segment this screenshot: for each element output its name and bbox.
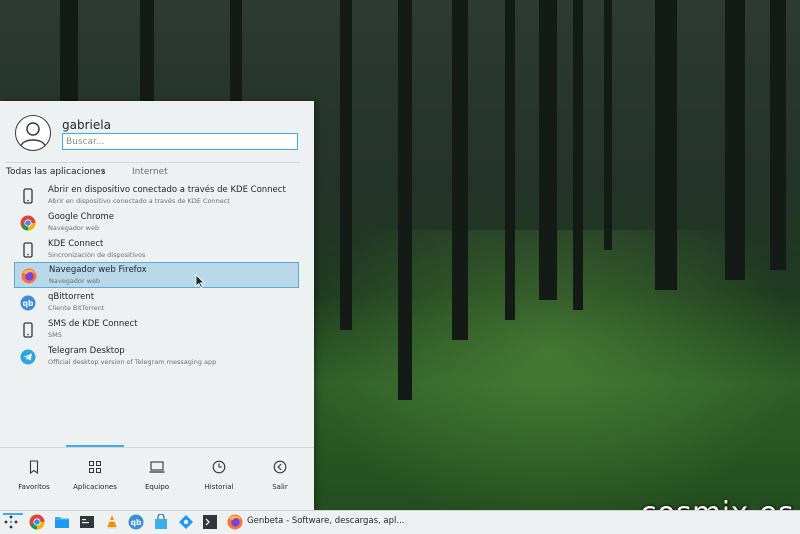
tree-trunk	[60, 0, 78, 101]
app-description: Navegador web	[48, 224, 100, 232]
tree-trunk	[770, 0, 786, 270]
app-description: Cliente BitTorrent	[48, 304, 105, 312]
taskbar-task-firefox[interactable]: Genbeta - Software, descargas, apl...	[223, 511, 405, 534]
divider	[5, 162, 300, 163]
app-name: SMS de KDE Connect	[48, 319, 138, 329]
svg-text:qb: qb	[23, 299, 34, 308]
qbittorrent-icon: qb	[20, 295, 36, 311]
application-launcher: gabriela Todas las aplicaciones › Intern…	[0, 101, 314, 510]
tree-trunk	[452, 0, 468, 340]
tree-trunk	[604, 0, 612, 250]
chevron-right-icon: ›	[101, 164, 106, 177]
username: gabriela	[62, 118, 111, 132]
list-item[interactable]: SMS de KDE Connect SMS	[14, 317, 299, 343]
tab-equipo[interactable]: Equipo	[126, 460, 188, 504]
taskbar: qb Genbeta - Software, descargas, apl...	[0, 510, 800, 534]
tab-label: Historial	[204, 483, 234, 491]
tab-label: Favoritos	[18, 483, 50, 491]
app-name: qBittorrent	[48, 292, 95, 302]
breadcrumb-all-apps[interactable]: Todas las aplicaciones	[6, 167, 105, 177]
app-description: Sincronización de dispositivos	[48, 251, 146, 259]
phone-icon	[23, 242, 33, 258]
task-title: Genbeta - Software, descargas, apl...	[247, 516, 405, 526]
kickoff-icon	[4, 515, 18, 529]
terminal-icon[interactable]	[202, 514, 218, 530]
launcher-tabs: Favoritos Aplicaciones Equipo Historial …	[0, 445, 314, 511]
list-item[interactable]: Abrir en dispositivo conectado a través …	[14, 183, 299, 209]
folder-icon[interactable]	[54, 514, 70, 530]
chrome-icon	[20, 215, 36, 231]
list-item[interactable]: qb qBittorrent Cliente BitTorrent	[14, 290, 299, 316]
firefox-icon	[21, 268, 37, 284]
list-item[interactable]: KDE Connect Sincronización de dispositiv…	[14, 237, 299, 263]
app-name: Navegador web Firefox	[49, 265, 147, 275]
tree-trunk	[539, 0, 557, 300]
app-name: KDE Connect	[48, 239, 104, 249]
tab-favoritos[interactable]: Favoritos	[3, 460, 65, 504]
phone-icon	[23, 188, 33, 204]
active-indicator	[3, 513, 23, 515]
tab-historial[interactable]: Historial	[188, 460, 250, 504]
user-icon	[20, 122, 46, 147]
kdeconnect-icon[interactable]	[178, 514, 194, 530]
bag-icon[interactable]	[153, 514, 169, 530]
list-item[interactable]: Google Chrome Navegador web	[14, 210, 299, 236]
app-name: Telegram Desktop	[48, 346, 125, 356]
tree-trunk	[655, 0, 677, 290]
mouse-cursor-icon	[195, 274, 205, 288]
grid-icon	[89, 461, 101, 473]
app-description: Abrir en dispositivo conectado a través …	[48, 197, 230, 205]
svg-text:qb: qb	[131, 518, 142, 527]
launcher-header: gabriela	[0, 101, 314, 163]
telegram-icon	[20, 349, 36, 365]
active-tab-indicator	[66, 445, 124, 447]
tree-trunk	[398, 0, 412, 400]
tab-label: Equipo	[145, 483, 169, 491]
laptop-icon	[149, 461, 165, 473]
breadcrumb-internet[interactable]: Internet	[132, 167, 168, 177]
clock-icon	[212, 460, 226, 474]
qbittorrent-icon[interactable]: qb	[128, 514, 144, 530]
vlc-icon[interactable]	[104, 514, 120, 530]
terminal-monitor-icon[interactable]	[79, 514, 95, 530]
app-name: Google Chrome	[48, 212, 115, 222]
tree-trunk	[340, 0, 352, 330]
app-name: Abrir en dispositivo conectado a través …	[48, 185, 286, 195]
tab-label: Aplicaciones	[73, 483, 117, 491]
tree-trunk	[140, 0, 154, 101]
tree-trunk	[725, 0, 745, 280]
app-description: SMS	[48, 331, 62, 339]
tab-salir[interactable]: Salir	[249, 460, 311, 504]
phone-icon	[23, 322, 33, 338]
search-input[interactable]	[62, 133, 298, 150]
tab-label: Salir	[272, 483, 288, 491]
tree-trunk	[505, 0, 515, 320]
bookmark-icon	[29, 460, 39, 474]
avatar[interactable]	[15, 115, 51, 151]
tree-trunk	[573, 0, 583, 310]
back-icon	[273, 460, 287, 474]
kickoff-icon[interactable]	[3, 513, 23, 530]
tree-trunk	[230, 0, 242, 101]
tab-aplicaciones[interactable]: Aplicaciones	[64, 460, 126, 504]
list-item[interactable]: Navegador web Firefox Navegador web	[14, 262, 299, 288]
chrome-icon[interactable]	[29, 514, 45, 530]
breadcrumb: Todas las aplicaciones › Internet	[0, 164, 314, 179]
firefox-icon	[227, 514, 243, 530]
app-description: Official desktop version of Telegram mes…	[48, 358, 217, 366]
app-description: Navegador web	[49, 277, 101, 285]
list-item[interactable]: Telegram Desktop Official desktop versio…	[14, 344, 299, 370]
